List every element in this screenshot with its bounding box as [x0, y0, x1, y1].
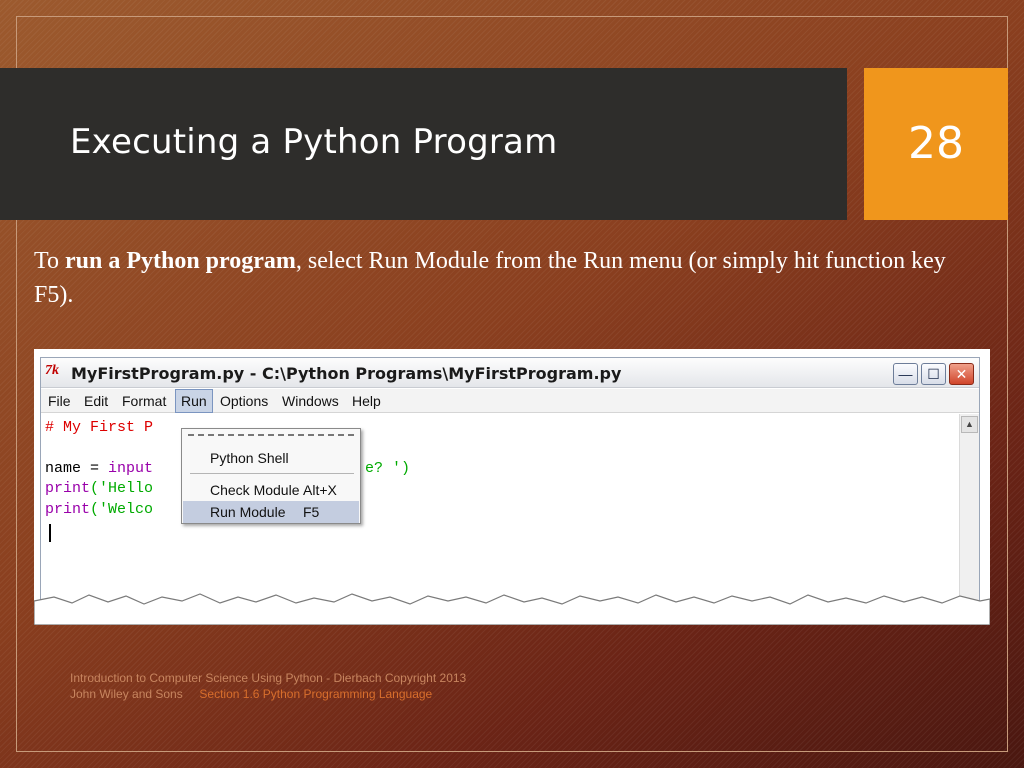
menu-run[interactable]: Run	[175, 389, 213, 413]
maximize-icon: ☐	[927, 366, 940, 382]
run-menu-dropdown: Python Shell Check Module Alt+X Run Modul…	[181, 428, 361, 524]
slide-number-box: 28	[864, 68, 1008, 220]
code-line-4: print('Welco	[45, 500, 153, 521]
slide-body-text: To run a Python program, select Run Modu…	[34, 244, 954, 312]
code-line-2-tail: e? ')	[365, 460, 411, 477]
close-button[interactable]: ✕	[949, 363, 974, 385]
menu-options[interactable]: Options	[215, 389, 273, 413]
menu-item-label: Run Module	[210, 504, 286, 520]
code-token: print	[45, 501, 91, 518]
code-line-2: name = input	[45, 459, 153, 480]
body-text-bold: run a Python program	[64, 248, 296, 274]
slide-footer: Introduction to Computer Science Using P…	[70, 670, 630, 702]
code-token: print	[45, 480, 91, 497]
code-token: ('Hello	[90, 480, 154, 497]
menu-item-run-module[interactable]: Run Module F5	[183, 501, 359, 523]
code-line-1: # My First P	[45, 419, 154, 436]
menu-bar: File Edit Format Run Options Windows Hel…	[41, 389, 979, 413]
code-token: input	[108, 460, 154, 477]
window-title-bar[interactable]: 7k MyFirstProgram.py - C:\Python Program…	[41, 358, 979, 388]
code-line-3: print('Hello	[45, 479, 153, 500]
footer-line-1: Introduction to Computer Science Using P…	[70, 671, 467, 685]
menu-separator	[190, 473, 354, 474]
torn-edge	[34, 593, 990, 625]
menu-windows[interactable]: Windows	[277, 389, 344, 413]
minimize-button[interactable]: —	[893, 363, 918, 385]
scroll-up-icon[interactable]: ▲	[961, 416, 978, 433]
slide-number: 28	[908, 118, 964, 169]
code-token: ('Welco	[90, 501, 154, 518]
menu-item-accel: F5	[303, 504, 320, 520]
vertical-scrollbar[interactable]: ▲	[959, 414, 979, 606]
text-caret	[49, 524, 51, 542]
menu-item-check-module[interactable]: Check Module Alt+X	[183, 479, 359, 501]
code-token: name =	[45, 460, 109, 477]
menu-edit[interactable]: Edit	[79, 389, 113, 413]
menu-item-label: Check Module	[210, 482, 300, 498]
window-title: MyFirstProgram.py - C:\Python Programs\M…	[71, 364, 622, 383]
menu-item-accel: Alt+X	[303, 482, 337, 498]
maximize-button[interactable]: ☐	[921, 363, 946, 385]
menu-item-python-shell[interactable]: Python Shell	[183, 447, 359, 469]
minimize-icon: —	[898, 366, 913, 382]
code-editor[interactable]: # My First P name = input e? ') print('H…	[41, 414, 959, 606]
menu-help[interactable]: Help	[347, 389, 386, 413]
footer-publisher: John Wiley and Sons	[70, 687, 187, 701]
footer-line-2: John Wiley and Sons Section 1.6 Python P…	[70, 686, 630, 702]
body-text-pre: To	[34, 248, 65, 274]
slide-title: Executing a Python Program	[70, 122, 558, 162]
tear-off-line[interactable]	[188, 434, 354, 436]
idle-screenshot: 7k MyFirstProgram.py - C:\Python Program…	[34, 349, 990, 625]
menu-format[interactable]: Format	[117, 389, 171, 413]
menu-item-label: Python Shell	[210, 450, 289, 466]
idle-editor-window: 7k MyFirstProgram.py - C:\Python Program…	[40, 357, 980, 607]
menu-file[interactable]: File	[43, 389, 76, 413]
close-icon: ✕	[955, 366, 968, 382]
footer-section-link[interactable]: Section 1.6 Python Programming Language	[199, 687, 432, 701]
tk-app-icon: 7k	[45, 363, 59, 378]
